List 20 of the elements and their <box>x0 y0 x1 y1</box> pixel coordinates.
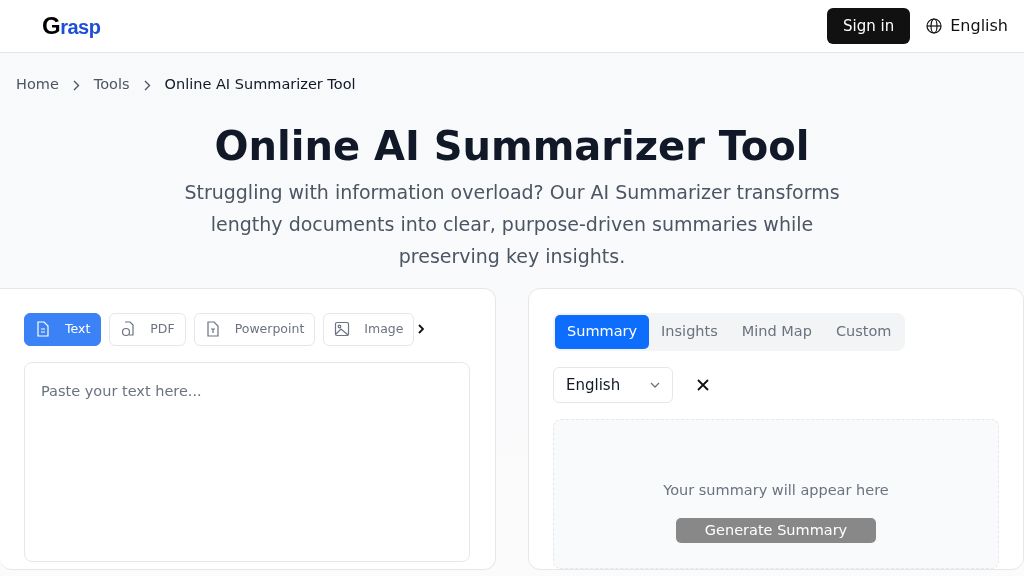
output-mode-tab[interactable]: Mind Map <box>729 315 824 349</box>
output-mode-tab[interactable]: Summary <box>555 315 650 349</box>
sign-in-button[interactable]: Sign in <box>827 7 911 45</box>
text-input-field[interactable]: Paste your text here... <box>24 361 470 562</box>
language-selector[interactable]: English <box>926 14 1008 38</box>
page-subtitle: Struggling with information overload? Our AI Summarizer transforms lengthy documents into clear, purpose-driven summaries while preserving key insights. <box>183 180 841 269</box>
page-title: Online AI Summarizer Tool <box>213 122 811 170</box>
language-dropdown[interactable]: English <box>553 366 673 403</box>
output-mode-tab[interactable]: Insights <box>649 315 730 349</box>
input-type-tab[interactable]: PDF <box>109 313 186 346</box>
breadcrumb-link[interactable]: Tools <box>93 74 130 96</box>
empty-summary-text: Your summary will appear here <box>662 480 890 500</box>
output-mode-tab[interactable]: Custom <box>823 315 904 349</box>
breadcrumb-current: Online AI Summarizer Tool <box>164 75 356 95</box>
breadcrumb-link[interactable]: Home <box>16 74 59 96</box>
input-type-tab[interactable]: Powerpoint <box>193 313 316 346</box>
input-type-tab[interactable]: Image <box>323 313 415 346</box>
generate-summary-button[interactable]: Generate Summary <box>676 517 876 544</box>
input-type-tab[interactable]: Text <box>24 313 102 346</box>
logo[interactable]: Grasp <box>42 8 101 44</box>
